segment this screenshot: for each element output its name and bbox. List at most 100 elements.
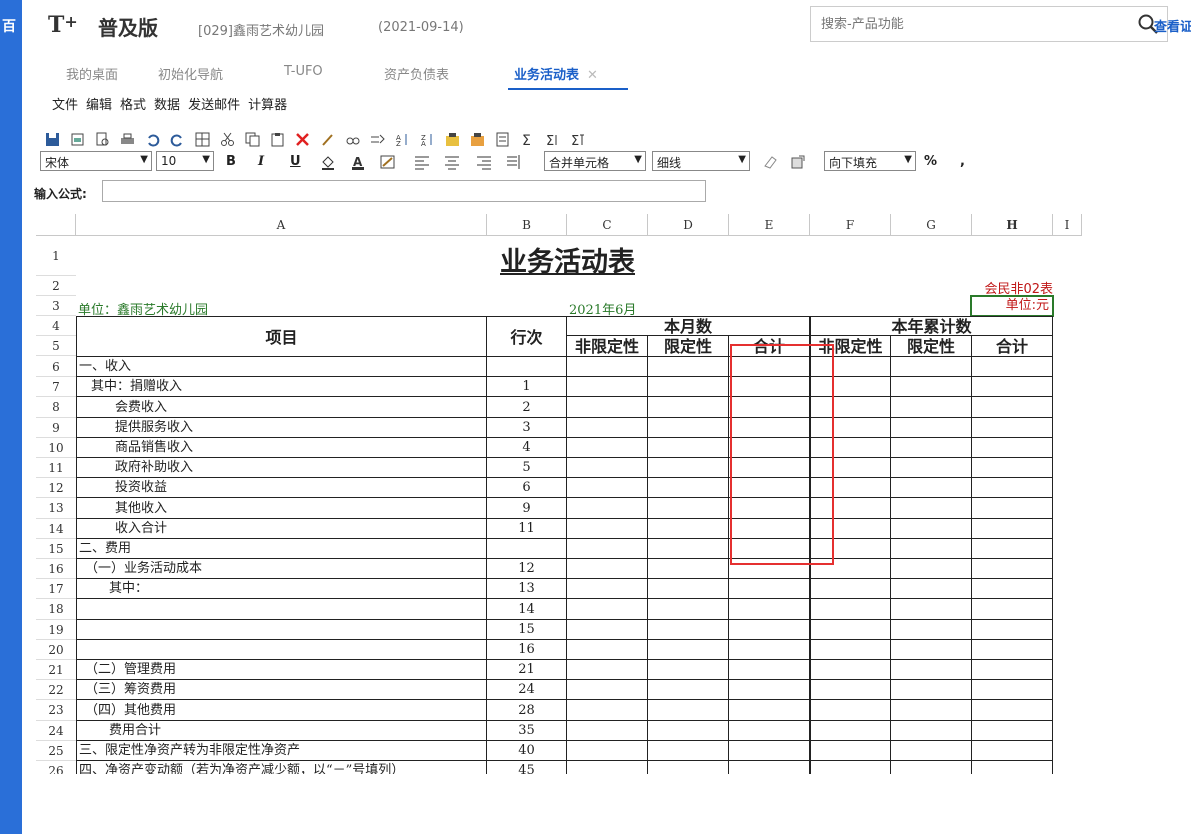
- header-month-unrestricted[interactable]: 非限定性: [567, 336, 648, 357]
- merge-cells-select[interactable]: 合并单元格 ▼: [544, 151, 646, 171]
- row-header[interactable]: 16: [36, 559, 76, 579]
- wrap-text-icon[interactable]: [506, 154, 522, 174]
- cell-month-restricted[interactable]: [648, 620, 729, 640]
- sort-asc-icon[interactable]: AZ: [394, 131, 410, 147]
- print-preview-icon[interactable]: [94, 131, 110, 147]
- column-header-b[interactable]: B: [487, 214, 567, 236]
- replace-icon[interactable]: [369, 131, 385, 147]
- cell-month-unrestricted[interactable]: [567, 498, 648, 519]
- menu-file[interactable]: 文件: [52, 94, 78, 113]
- cell-line-no[interactable]: 6: [487, 478, 567, 498]
- row-header[interactable]: 9: [36, 418, 76, 438]
- cell-year-restricted[interactable]: [891, 620, 972, 640]
- cell-item[interactable]: （三）筹资费用: [76, 680, 487, 700]
- save-icon[interactable]: [44, 131, 60, 147]
- print-setup-icon[interactable]: [69, 131, 85, 147]
- cell-year-unrestricted[interactable]: [810, 620, 891, 640]
- calc-sheet-icon[interactable]: [494, 131, 510, 147]
- cell-month-restricted[interactable]: [648, 377, 729, 397]
- cell-line-no[interactable]: 16: [487, 640, 567, 660]
- cell-year-total[interactable]: [972, 599, 1053, 620]
- row-header[interactable]: 10: [36, 438, 76, 458]
- cell-line-no[interactable]: 1: [487, 377, 567, 397]
- row-header[interactable]: 7: [36, 377, 76, 397]
- cell-month-restricted[interactable]: [648, 519, 729, 539]
- cell-year-restricted[interactable]: [891, 599, 972, 620]
- tab-t-ufo[interactable]: T-UFO: [284, 64, 323, 79]
- cell-month-restricted[interactable]: [648, 741, 729, 761]
- cell-month-restricted[interactable]: [648, 559, 729, 579]
- tab-balance-sheet[interactable]: 资产负债表: [384, 64, 449, 83]
- cell-month-unrestricted[interactable]: [567, 357, 648, 377]
- cell-month-unrestricted[interactable]: [567, 640, 648, 660]
- row-header[interactable]: 17: [36, 579, 76, 599]
- cell-year-total[interactable]: [972, 640, 1053, 660]
- cell-year-total[interactable]: [972, 377, 1053, 397]
- cell-line-no[interactable]: 9: [487, 498, 567, 519]
- font-size-select[interactable]: 10 ▼: [156, 151, 214, 171]
- menu-calculator[interactable]: 计算器: [248, 94, 287, 113]
- cell-year-unrestricted[interactable]: [810, 599, 891, 620]
- cell-year-restricted[interactable]: [891, 478, 972, 498]
- cell-line-no[interactable]: 14: [487, 599, 567, 620]
- row-header[interactable]: 8: [36, 397, 76, 418]
- sum-icon[interactable]: Σ: [519, 131, 535, 147]
- cell-item[interactable]: [76, 599, 487, 620]
- cell-year-restricted[interactable]: [891, 519, 972, 539]
- cell-item[interactable]: [76, 620, 487, 640]
- row-header[interactable]: 18: [36, 599, 76, 620]
- cell-line-no[interactable]: 13: [487, 579, 567, 599]
- align-center-icon[interactable]: [444, 154, 460, 174]
- row-header[interactable]: 1: [36, 236, 76, 276]
- font-color-icon[interactable]: A: [350, 154, 366, 174]
- eraser-icon[interactable]: [762, 154, 778, 174]
- cell-item[interactable]: 四、净资产变动额（若为净资产减少额，以“－”号填列）: [76, 761, 487, 774]
- cell-item[interactable]: 商品销售收入: [76, 438, 487, 458]
- cell-line-no[interactable]: [487, 539, 567, 559]
- cell-year-unrestricted[interactable]: [810, 700, 891, 721]
- app-logo[interactable]: T+: [48, 12, 78, 38]
- cell-year-total[interactable]: [972, 741, 1053, 761]
- cell-year-total[interactable]: [972, 700, 1053, 721]
- row-header[interactable]: 15: [36, 539, 76, 559]
- column-header-f[interactable]: F: [810, 214, 891, 236]
- cell-month-total[interactable]: [729, 640, 810, 660]
- cell-item[interactable]: [76, 640, 487, 660]
- search-box[interactable]: [810, 6, 1168, 42]
- cell-line-no[interactable]: 40: [487, 741, 567, 761]
- header-this-month[interactable]: 本月数: [567, 316, 810, 336]
- cell-year-unrestricted[interactable]: [810, 660, 891, 680]
- cell-line-no[interactable]: 35: [487, 721, 567, 741]
- cell-month-unrestricted[interactable]: [567, 620, 648, 640]
- cell-month-unrestricted[interactable]: [567, 721, 648, 741]
- cell-month-total[interactable]: [729, 700, 810, 721]
- redo-icon[interactable]: [169, 131, 185, 147]
- cell-month-total[interactable]: [729, 599, 810, 620]
- row-header[interactable]: 2: [36, 276, 76, 296]
- cell-year-total[interactable]: [972, 559, 1053, 579]
- cell-month-total[interactable]: [729, 620, 810, 640]
- cell-month-restricted[interactable]: [648, 539, 729, 559]
- cell-year-total[interactable]: [972, 357, 1053, 377]
- cell-year-restricted[interactable]: [891, 579, 972, 599]
- left-sidebar-strip[interactable]: 百: [0, 0, 22, 834]
- cell-year-total[interactable]: [972, 579, 1053, 599]
- cell-year-unrestricted[interactable]: [810, 761, 891, 774]
- row-header[interactable]: 24: [36, 721, 76, 741]
- menu-edit[interactable]: 编辑: [86, 94, 112, 113]
- cell-month-restricted[interactable]: [648, 397, 729, 418]
- cell-year-restricted[interactable]: [891, 761, 972, 774]
- cell-month-restricted[interactable]: [648, 579, 729, 599]
- cell-year-total[interactable]: [972, 761, 1053, 774]
- cell-line-no[interactable]: 2: [487, 397, 567, 418]
- cell-item[interactable]: 提供服务收入: [76, 418, 487, 438]
- menu-format[interactable]: 格式: [120, 94, 146, 113]
- insert-chart-icon[interactable]: [444, 131, 460, 147]
- row-header[interactable]: 11: [36, 458, 76, 478]
- cell-item[interactable]: 政府补助收入: [76, 458, 487, 478]
- spreadsheet[interactable]: A B C D E F G H I 1 2 3 4 5 业务活动表 会民非02表…: [36, 214, 1082, 774]
- row-header[interactable]: 20: [36, 640, 76, 660]
- delete-icon[interactable]: [294, 131, 310, 147]
- row-header[interactable]: 13: [36, 498, 76, 519]
- cell-month-unrestricted[interactable]: [567, 741, 648, 761]
